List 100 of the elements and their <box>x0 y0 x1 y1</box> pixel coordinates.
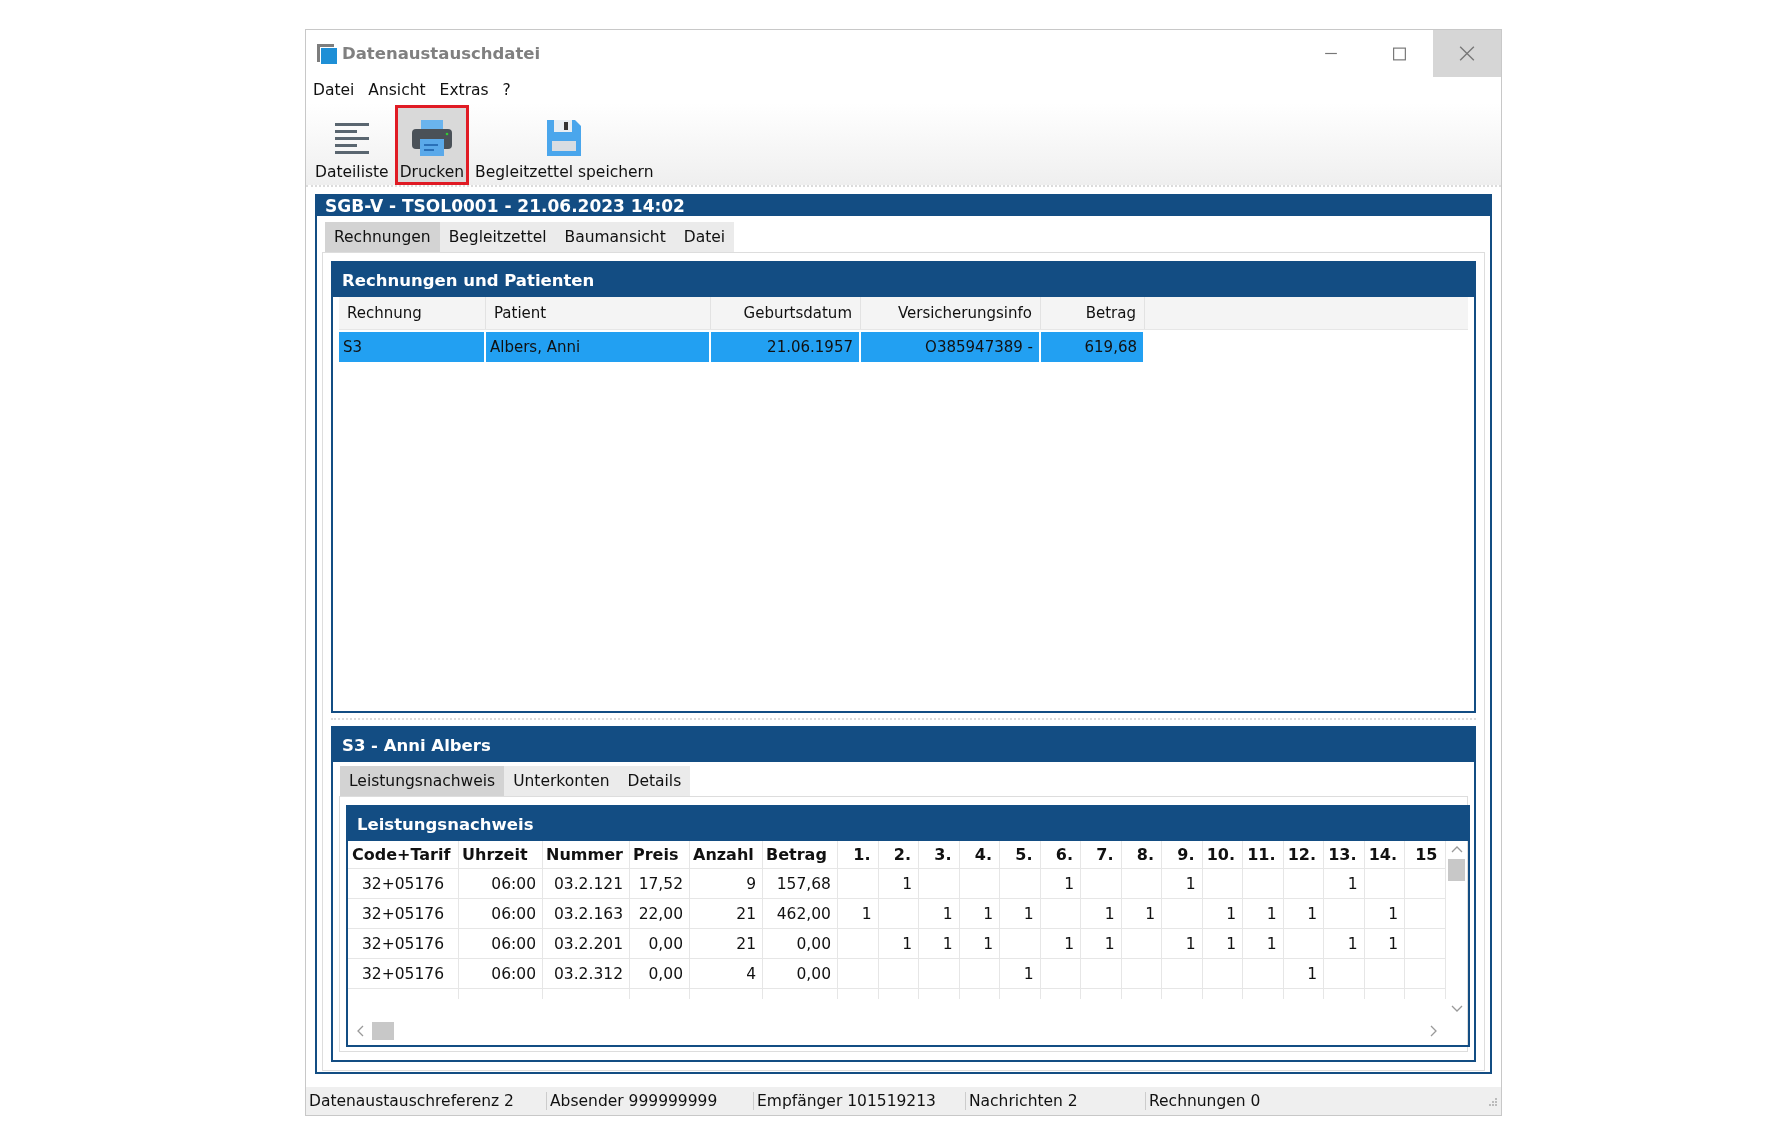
scroll-down-icon[interactable] <box>1450 1005 1463 1013</box>
table-cell: 1 <box>1145 904 1155 923</box>
table-cell: 03.2.121 <box>553 874 623 893</box>
status-text: Absender 999999999 <box>546 1092 753 1110</box>
column-header[interactable]: 7. <box>1081 841 1122 868</box>
table-cell: 1 <box>1347 934 1358 953</box>
scroll-up-icon[interactable] <box>1450 845 1463 853</box>
column-header[interactable]: 8. <box>1121 841 1162 868</box>
table-cell: 1 <box>942 934 953 953</box>
table-cell: 06:00 <box>491 964 536 983</box>
status-text: Nachrichten 2 <box>965 1092 1145 1110</box>
column-header[interactable]: Geburtsdatum <box>711 297 861 329</box>
table-row[interactable]: S3 Albers, Anni 21.06.1957 O385947389 - 619,68 <box>339 332 1145 362</box>
column-header[interactable]: 2. <box>878 841 919 868</box>
table-cell: 4 <box>746 964 756 983</box>
table-cell: 1 <box>1104 904 1115 923</box>
status-text: Rechnungen 0 <box>1145 1092 1425 1110</box>
column-header[interactable]: Nummer <box>543 841 630 868</box>
table-cell: 0,00 <box>796 964 831 983</box>
table-cell: 17,52 <box>638 874 683 893</box>
column-header[interactable]: Patient <box>486 297 711 329</box>
table-cell: Albers, Anni <box>486 332 711 362</box>
column-header[interactable]: Preis <box>630 841 690 868</box>
column-header[interactable]: 15 <box>1405 841 1446 868</box>
table-cell: 9 <box>746 874 756 893</box>
table-cell: 1 <box>1185 874 1196 893</box>
table-cell: 1 <box>1064 874 1074 893</box>
table-cell: 03.2.163 <box>553 904 623 923</box>
column-header[interactable]: Uhrzeit <box>459 841 543 868</box>
panel-header: S3 - Anni Albers <box>333 728 1474 762</box>
table-cell: 1 <box>1023 904 1034 923</box>
menu-item[interactable]: ? <box>498 81 521 99</box>
toolbar-button[interactable]: Dateiliste <box>310 105 394 185</box>
table-cell: 0,00 <box>796 934 831 953</box>
table-cell: 619,68 <box>1041 332 1145 362</box>
column-header[interactable]: 4. <box>959 841 1000 868</box>
table-cell: 1 <box>983 904 993 923</box>
list-icon <box>333 121 370 157</box>
window-title: Datenaustauschdatei <box>342 44 541 63</box>
column-header[interactable]: 10. <box>1202 841 1243 868</box>
tab[interactable]: Unterkonten <box>504 766 619 796</box>
column-header[interactable]: 5. <box>1000 841 1041 868</box>
column-header[interactable]: 12. <box>1283 841 1324 868</box>
menu-item[interactable]: Extras <box>435 81 499 99</box>
panel-header: Leistungsnachweis <box>348 807 1468 841</box>
tab[interactable]: Baumansicht <box>555 222 675 252</box>
table-cell: 1 <box>902 934 912 953</box>
tab[interactable]: Datei <box>674 222 735 252</box>
table-cell: S3 <box>339 332 486 362</box>
column-header[interactable]: 11. <box>1243 841 1284 868</box>
column-header[interactable]: 14. <box>1364 841 1405 868</box>
table-cell: 32+05176 <box>362 874 444 893</box>
column-header[interactable]: 1. <box>838 841 879 868</box>
scrollbar-thumb[interactable] <box>372 1022 394 1040</box>
table-cell: 1 <box>1266 904 1277 923</box>
column-header[interactable]: 3. <box>919 841 960 868</box>
app-icon <box>316 42 338 65</box>
table-cell: 1 <box>1266 934 1277 953</box>
table-cell: 462,00 <box>776 904 831 923</box>
table-cell: 21.06.1957 <box>711 332 861 362</box>
column-header[interactable]: Code+Tarif <box>348 841 459 868</box>
column-header[interactable]: Anzahl <box>690 841 763 868</box>
column-header[interactable]: Betrag <box>763 841 838 868</box>
column-header[interactable]: Rechnung <box>339 297 486 329</box>
column-header[interactable]: Betrag <box>1041 297 1145 329</box>
scroll-left-icon[interactable] <box>356 1025 364 1037</box>
menu-item[interactable]: Datei <box>310 81 365 99</box>
tab[interactable]: Rechnungen <box>325 222 440 252</box>
table-cell: 1 <box>1064 934 1074 953</box>
table-cell: 03.2.201 <box>553 934 623 953</box>
table-cell: 32+05176 <box>362 964 444 983</box>
status-text: Datenaustauschreferenz 2 <box>308 1092 515 1110</box>
tab[interactable]: Leistungsnachweis <box>340 766 505 796</box>
table-cell: 1 <box>1388 904 1398 923</box>
scrollbar-thumb[interactable] <box>1448 859 1465 881</box>
menu-item[interactable]: Ansicht <box>364 81 436 99</box>
table-cell: 06:00 <box>491 934 536 953</box>
table-cell: 32+05176 <box>362 934 444 953</box>
resize-grip-icon[interactable] <box>1487 1096 1497 1106</box>
table-cell: 06:00 <box>491 904 536 923</box>
column-header[interactable]: Versicherungsinfo <box>861 297 1041 329</box>
table-cell: 1 <box>902 874 912 893</box>
table-cell: O385947389 - <box>861 332 1041 362</box>
scroll-right-icon[interactable] <box>1429 1025 1438 1037</box>
panel-header: SGB-V - TSOL0001 - 21.06.2023 14:02 <box>317 196 1490 216</box>
toolbar-button[interactable]: Begleitzettel speichern <box>470 105 659 185</box>
column-header[interactable]: 9. <box>1162 841 1203 868</box>
close-icon[interactable] <box>1433 30 1501 77</box>
table-cell: 06:00 <box>491 874 536 893</box>
table-cell: 1 <box>1226 934 1236 953</box>
table-cell: 03.2.312 <box>553 964 623 983</box>
printer-icon <box>410 119 453 157</box>
toolbar-button[interactable]: Drucken <box>394 105 470 185</box>
column-header[interactable]: 6. <box>1040 841 1081 868</box>
table-cell: 1 <box>983 934 993 953</box>
tab[interactable]: Begleitzettel <box>439 222 556 252</box>
tab[interactable]: Details <box>618 766 691 796</box>
panel-header: Rechnungen und Patienten <box>333 263 1474 297</box>
column-header[interactable]: 13. <box>1324 841 1365 868</box>
table-cell: 32+05176 <box>362 904 444 923</box>
